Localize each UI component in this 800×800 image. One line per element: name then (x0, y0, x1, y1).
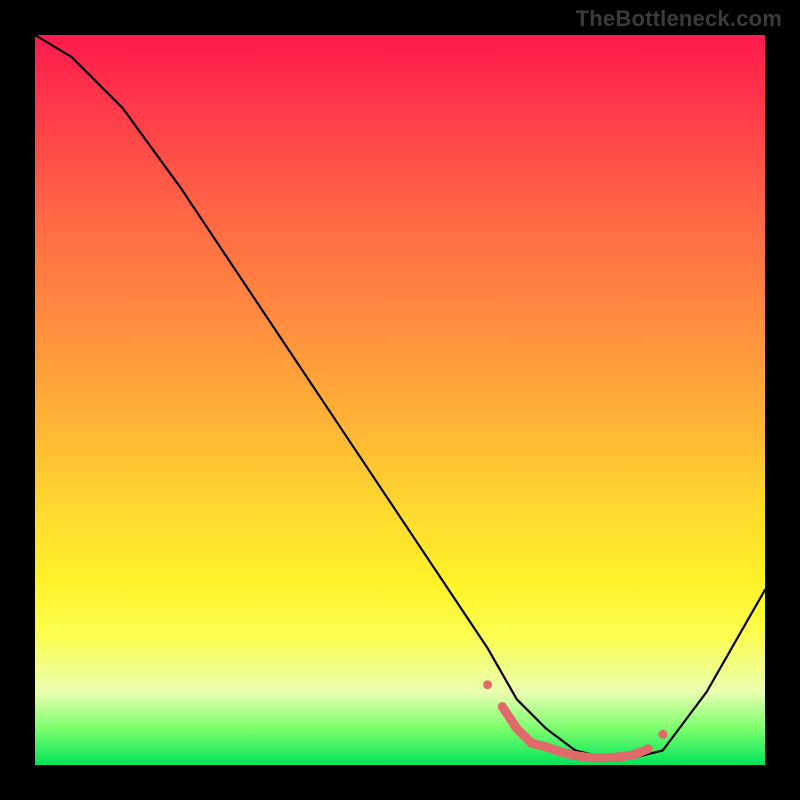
highlight-dot (508, 716, 510, 718)
highlight-markers (483, 680, 667, 759)
highlight-dot (523, 735, 525, 737)
chart-frame: TheBottleneck.com (0, 0, 800, 800)
bottleneck-curve-line (35, 35, 765, 758)
highlight-dot (538, 744, 540, 746)
highlight-dot (596, 757, 598, 759)
highlight-end-dot (658, 730, 667, 739)
highlight-dot (567, 753, 569, 755)
highlight-dot (552, 748, 554, 750)
watermark-text: TheBottleneck.com (576, 6, 782, 32)
highlight-dot (611, 756, 613, 758)
highlight-dot (581, 756, 583, 758)
curve-svg (35, 35, 765, 765)
plot-area (35, 35, 765, 765)
highlight-end-dot (483, 680, 492, 689)
highlight-dot (625, 755, 627, 757)
highlight-dash (634, 749, 649, 755)
